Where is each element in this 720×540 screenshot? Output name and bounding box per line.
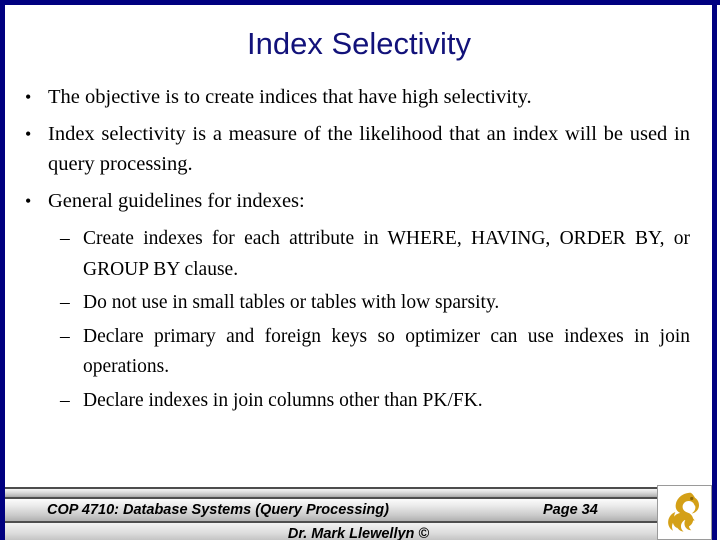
slide-footer: COP 4710: Database Systems (Query Proces… bbox=[5, 487, 712, 540]
sub-bullet-item: – Create indexes for each attribute in W… bbox=[0, 224, 712, 285]
ucf-pegasus-logo bbox=[657, 485, 712, 540]
footer-author-label: Dr. Mark Llewellyn © bbox=[287, 526, 430, 540]
bullet-text: General guidelines for indexes: bbox=[48, 189, 305, 212]
slide-title: Index Selectivity bbox=[247, 26, 471, 61]
bullet-item: • Index selectivity is a measure of the … bbox=[0, 119, 712, 180]
dash-marker-icon: – bbox=[60, 292, 70, 313]
footer-band bbox=[5, 489, 712, 497]
bullet-marker-icon: • bbox=[25, 190, 32, 211]
bullet-marker-icon: • bbox=[25, 87, 32, 107]
footer-page-number: Page 34 bbox=[543, 502, 598, 518]
bullet-marker-icon: • bbox=[25, 123, 32, 144]
dash-marker-icon: – bbox=[60, 389, 70, 411]
footer-text-row: COP 4710: Database Systems (Query Proces… bbox=[5, 499, 712, 521]
presentation-slide: Index Selectivity • The objective is to … bbox=[0, 0, 720, 540]
slide-border-top bbox=[0, 0, 720, 5]
bullet-item: • The objective is to create indices tha… bbox=[0, 82, 712, 113]
bullet-text: Index selectivity is a measure of the li… bbox=[48, 122, 690, 176]
dash-marker-icon: – bbox=[60, 228, 70, 249]
slide-body: • The objective is to create indices tha… bbox=[0, 82, 712, 419]
bullet-item: • General guidelines for indexes: bbox=[0, 186, 712, 217]
sub-bullet-text: Do not use in small tables or tables wit… bbox=[83, 292, 500, 313]
sub-bullet-text: Declare indexes in join columns other th… bbox=[83, 389, 483, 411]
sub-bullet-list: – Create indexes for each attribute in W… bbox=[0, 224, 712, 416]
sub-bullet-text: Declare primary and foreign keys so opti… bbox=[83, 325, 690, 378]
sub-bullet-item: – Declare primary and foreign keys so op… bbox=[0, 322, 712, 383]
sub-bullet-item: – Declare indexes in join columns other … bbox=[0, 386, 712, 417]
sub-bullet-item: – Do not use in small tables or tables w… bbox=[0, 288, 712, 319]
sub-bullet-text: Create indexes for each attribute in WHE… bbox=[83, 228, 690, 280]
dash-marker-icon: – bbox=[60, 325, 70, 347]
bullet-text: The objective is to create indices that … bbox=[48, 86, 532, 108]
footer-course-label: COP 4710: Database Systems (Query Proces… bbox=[47, 502, 389, 518]
slide-border-right bbox=[712, 0, 717, 540]
